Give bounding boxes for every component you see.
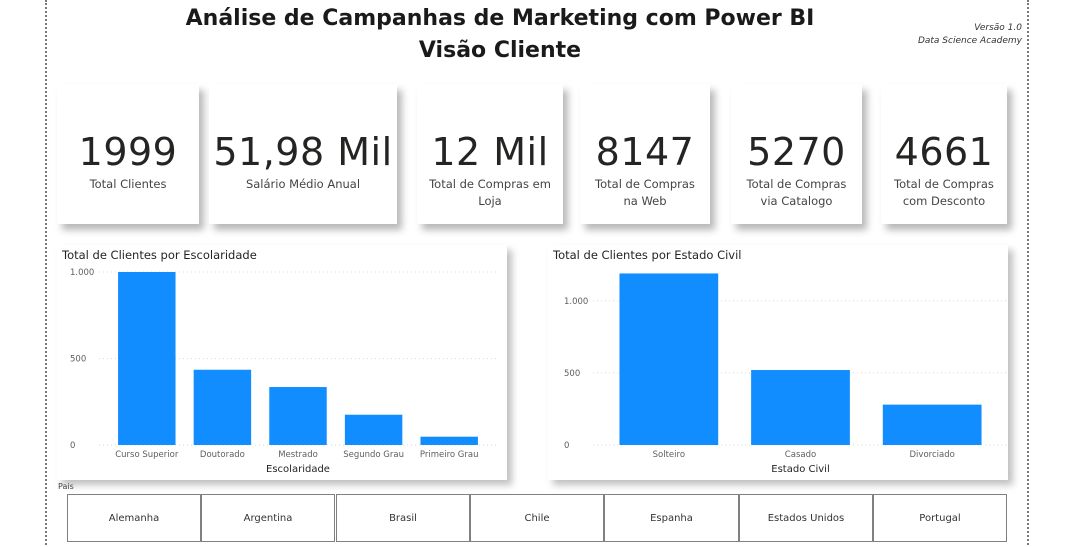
kpi-card-compras-desconto[interactable]: 4661 Total de Compras com Desconto [881, 84, 1007, 224]
slicer-option-chile[interactable]: Chile [470, 494, 604, 542]
kpi-card-compras-loja[interactable]: 12 Mil Total de Compras em Loja [417, 84, 563, 224]
chart-escolaridade-svg: 0 500 1.000 Curso Superior Doutorado Mestrado… [70, 268, 497, 475]
version-label: Versão 1.0 [974, 23, 1022, 33]
chart-estado-civil-svg: 0 500 1.000 Solteiro Casado Divorciado Estado … [564, 273, 1008, 475]
report-title: Análise de Campanhas de Marketing com Po… [185, 6, 815, 31]
y-tick-label: 1.000 [564, 297, 588, 307]
kpi-card-total-clientes[interactable]: 1999 Total Clientes [57, 84, 199, 224]
bar-doutorado [193, 369, 252, 445]
kpi-value: 12 Mil [431, 130, 549, 174]
slicer-option-brasil[interactable]: Brasil [336, 494, 470, 542]
org-label: Data Science Academy [917, 36, 1022, 46]
kpi-label: Total de Compras em Loja [429, 177, 551, 208]
bar-primeiro-grau [420, 436, 478, 445]
kpi-label: Total de Compras na Web [595, 177, 695, 208]
y-tick-label: 500 [70, 355, 86, 365]
x-tick-label: Solteiro [653, 450, 685, 460]
kpi-value: 4661 [894, 130, 994, 174]
kpi-label: Total de Compras via Catalogo [746, 177, 847, 208]
y-tick-label: 1.000 [70, 268, 94, 278]
kpi-card-compras-catalogo[interactable]: 5270 Total de Compras via Catalogo [731, 84, 862, 224]
kpi-card-salario-medio[interactable]: 51,98 Mil Salário Médio Anual [209, 84, 397, 224]
x-tick-label: Segundo Grau [343, 450, 404, 460]
bar-divorciado [882, 404, 982, 445]
slicer-label: Pais [58, 482, 74, 491]
bar-curso-superior [118, 272, 176, 445]
bar-mestrado [269, 387, 327, 445]
kpi-value: 8147 [595, 130, 695, 174]
kpi-label: Total de Compras com Desconto [894, 177, 994, 208]
kpi-value: 1999 [78, 130, 178, 174]
kpi-card-compras-web[interactable]: 8147 Total de Compras na Web [580, 84, 710, 224]
slicer-option-portugal[interactable]: Portugal [873, 494, 1007, 542]
chart-estado-civil[interactable]: Total de Clientes por Estado Civil 0 500 1… [548, 245, 1008, 480]
slicer-option-argentina[interactable]: Argentina [201, 494, 335, 542]
bar-solteiro [619, 273, 719, 445]
y-tick-label: 0 [564, 441, 569, 451]
report-subtitle: Visão Cliente [418, 38, 582, 63]
slicer-option-espanha[interactable]: Espanha [604, 494, 739, 542]
kpi-value: 51,98 Mil [213, 130, 393, 174]
x-tick-label: Primeiro Grau [420, 450, 479, 460]
y-tick-label: 500 [564, 369, 580, 379]
kpi-label: Salário Médio Anual [245, 177, 361, 191]
x-tick-label: Mestrado [278, 450, 318, 460]
x-axis-title: Estado Civil [771, 464, 829, 475]
bar-segundo-grau [344, 414, 403, 445]
y-tick-label: 0 [70, 441, 75, 451]
chart-escolaridade[interactable]: Total de Clientes por Escolaridade 0 500 1… [57, 245, 507, 480]
x-tick-label: Curso Superior [115, 450, 179, 460]
x-tick-label: Divorciado [910, 450, 955, 460]
kpi-label: Total Clientes [89, 177, 167, 191]
version-info: Versão 1.0 Data Science Academy [918, 22, 1022, 48]
slicer-option-alemanha[interactable]: Alemanha [67, 494, 201, 542]
x-tick-label: Doutorado [200, 450, 245, 460]
kpi-value: 5270 [747, 130, 846, 174]
x-axis-title: Escolaridade [266, 464, 330, 475]
bar-casado [751, 370, 850, 445]
slicer-option-estados-unidos[interactable]: Estados Unidos [739, 494, 873, 542]
x-tick-label: Casado [785, 450, 816, 460]
